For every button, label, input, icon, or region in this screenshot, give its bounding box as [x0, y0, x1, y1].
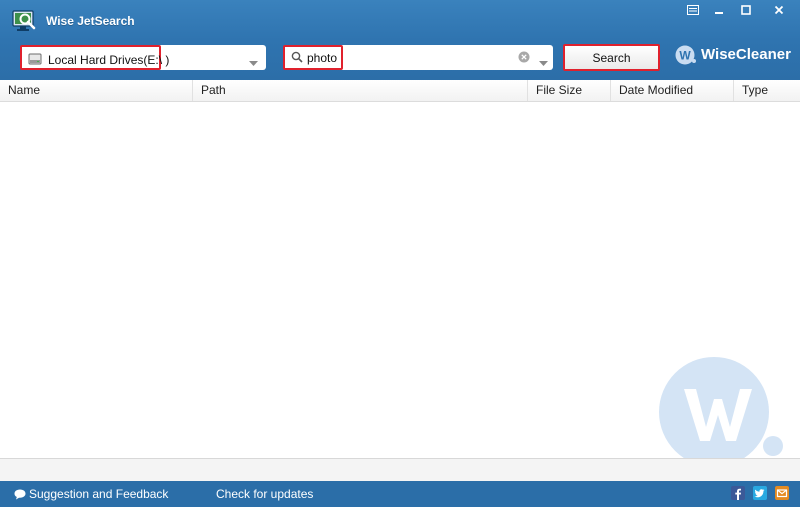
hard-drive-icon [28, 53, 42, 65]
column-header-date-modified[interactable]: Date Modified [611, 80, 734, 101]
speech-bubble-icon [14, 489, 26, 500]
app-window: Wise JetSearch Local Hard Drives(E:\) p… [0, 0, 800, 507]
minimize-icon [715, 12, 723, 14]
drive-select[interactable]: Local Hard Drives(E:\ ) [20, 45, 266, 70]
drive-select-highlight: Local Hard Drives(E:\ ) [20, 45, 169, 70]
app-title: Wise JetSearch [46, 14, 135, 28]
column-header-name[interactable]: Name [0, 80, 193, 101]
wisecleaner-logo-icon: W [675, 45, 697, 68]
menu-icon [687, 5, 699, 15]
clear-search-icon[interactable] [518, 51, 530, 66]
column-header-file-size[interactable]: File Size [528, 80, 611, 101]
menu-button[interactable] [680, 2, 706, 18]
chevron-down-icon[interactable] [249, 55, 258, 69]
column-header-path[interactable]: Path [193, 80, 528, 101]
search-icon [291, 51, 303, 66]
results-list[interactable] [0, 102, 800, 467]
status-bar [0, 458, 800, 481]
facebook-icon[interactable] [731, 486, 745, 500]
wisecleaner-watermark-icon [656, 357, 796, 470]
twitter-icon[interactable] [753, 486, 767, 500]
suggestion-feedback-link[interactable]: Suggestion and Feedback [14, 487, 168, 501]
maximize-button[interactable] [733, 2, 759, 18]
column-header-type[interactable]: Type [734, 80, 800, 101]
footer-bar: Suggestion and Feedback Check for update… [0, 481, 800, 507]
title-bar: Wise JetSearch [0, 0, 800, 38]
suggestion-feedback-label: Suggestion and Feedback [29, 487, 169, 501]
search-field [283, 45, 553, 70]
results-panel: Name Path File Size Date Modified Type [0, 80, 800, 481]
magnifier-monitor-icon [12, 9, 36, 31]
drive-select-value: Local Hard Drives(E:\ ) [48, 53, 170, 67]
check-updates-link[interactable]: Check for updates [216, 487, 313, 501]
search-button[interactable]: Search [563, 44, 660, 71]
svg-text:W: W [679, 49, 691, 63]
search-input[interactable] [307, 49, 507, 66]
brand-name: WiseCleaner [701, 46, 791, 63]
search-history-chevron-icon[interactable] [539, 55, 548, 69]
close-button[interactable] [766, 2, 792, 18]
table-header: Name Path File Size Date Modified Type [0, 80, 800, 102]
minimize-button[interactable] [706, 2, 732, 18]
maximize-icon [741, 5, 751, 15]
close-icon [774, 5, 784, 15]
mail-icon[interactable] [775, 486, 789, 500]
